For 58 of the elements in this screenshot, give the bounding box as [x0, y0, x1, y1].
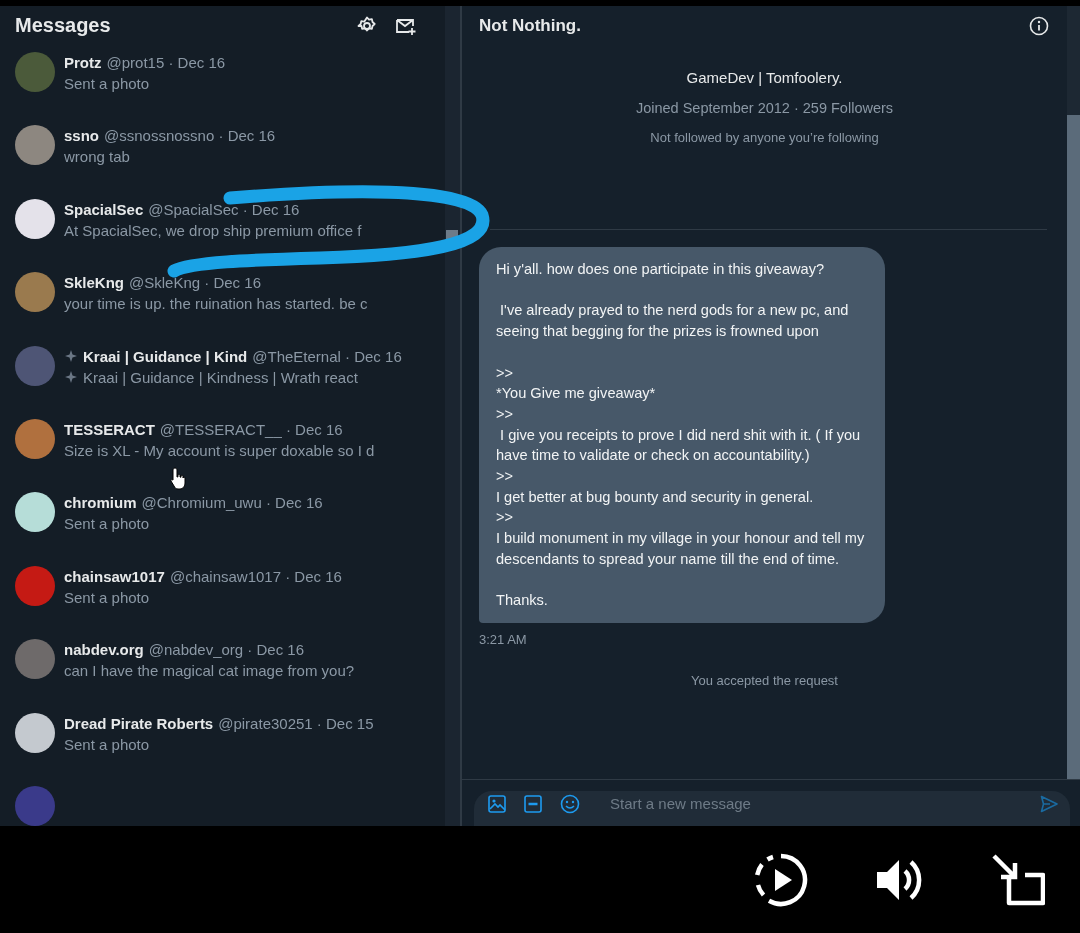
send-icon[interactable] — [1040, 794, 1058, 813]
conversation-item[interactable]: TESSERACT @TESSERACT__ · Dec 16 Size is XL - My account is super doxable so I d — [0, 412, 445, 486]
profile-stats: Joined September 2012 · 259 Followers — [634, 100, 895, 116]
sender-name: Protz — [64, 54, 102, 71]
conversation-item[interactable]: Dread Pirate Roberts @pirate30251 · Dec 15 Sent a photo — [0, 705, 445, 780]
handle-and-date: @TESSERACT__ · Dec 16 — [159, 421, 343, 439]
play-icon[interactable] — [753, 851, 809, 908]
sender-name: SpacialSec — [64, 200, 144, 218]
message-preview: At SpacialSec, we drop ship premium office f — [64, 220, 362, 241]
window-arrow-icon[interactable] — [991, 852, 1045, 907]
sender-name: Dread Pirate Roberts — [64, 714, 214, 732]
message-preview: Kraai | Guidance | Kindness | Wrath react — [83, 367, 358, 388]
handle-and-date: @Chromium_uwu · Dec 16 — [141, 494, 323, 512]
conversation-item[interactable]: ssno @ssnossnossno · Dec 16 wrong tab — [0, 118, 445, 192]
sender-name: chromium — [64, 494, 137, 512]
handle-and-date: @pirate30251 · Dec 15 — [218, 714, 374, 732]
handle-and-date: @prot15 · Dec 16 — [106, 54, 226, 71]
message-input-field[interactable]: Start a new message — [610, 795, 1022, 812]
conversation-item[interactable]: Kraai | Guidance | Kind @TheEternal · Dec 16 Kraai | Guidance | Kindness | Wrath react — [0, 338, 445, 413]
message-preview: your time is up. the ruination has started. be c — [64, 294, 368, 315]
sender-name: SkleKng — [64, 274, 124, 292]
handle-and-date: @SpacialSec · Dec 16 — [148, 200, 300, 218]
message-composer[interactable]: Start a new message — [474, 791, 1070, 826]
message-preview: wrong tab — [64, 147, 130, 168]
message-time: 3:21 AM — [479, 631, 528, 647]
message-preview: Sent a photo — [64, 74, 150, 94]
sender-name: ssno — [64, 127, 99, 145]
conversation-item[interactable]: SkleKng @SkleKng · Dec 16 your time is up. the ruination has started. be c — [0, 265, 445, 339]
message-preview: Size is XL - My account is super doxable so I d — [64, 441, 375, 462]
conversation-title: Not Nothing. — [479, 15, 582, 36]
info-icon[interactable] — [1029, 15, 1049, 36]
handle-and-date: @chainsaw1017 · Dec 16 — [169, 567, 342, 585]
message-preview: Sent a photo — [64, 514, 150, 535]
avatar — [15, 786, 55, 826]
sender-name: chainsaw1017 — [64, 567, 165, 585]
message-preview: Sent a photo — [64, 734, 150, 755]
handle-and-date: @ssnossnossno · Dec 16 — [104, 127, 276, 145]
hand-cursor-icon — [169, 466, 187, 490]
sender-name: Kraai | Guidance | Kind — [83, 347, 248, 365]
sender-name: nabdev.org — [64, 641, 144, 659]
emoji-icon[interactable] — [560, 793, 580, 814]
messages-title: Messages — [15, 14, 112, 37]
handle-and-date: @SkleKng · Dec 16 — [129, 274, 261, 292]
sender-name: TESSERACT — [64, 421, 155, 439]
mutuals-note: Not followed by anyone you’re following — [649, 130, 880, 145]
conversation-item[interactable]: chainsaw1017 @chainsaw1017 · Dec 16 Sent a photo — [0, 558, 445, 633]
image-icon[interactable] — [488, 794, 506, 813]
handle-and-date: @nabdev_org · Dec 16 — [148, 641, 305, 659]
conversation-item[interactable]: nabdev.org @nabdev_org · Dec 16 can I have the magical cat image from you? — [0, 632, 445, 706]
handle-and-date: @TheEternal · Dec 16 — [252, 347, 402, 365]
conversation-item[interactable]: SpacialSec @SpacialSec · Dec 16 At SpacialSec, we drop ship premium office f — [0, 191, 445, 266]
request-notice: You accepted the request — [690, 672, 839, 688]
message-preview: can I have the magical cat image from you? — [64, 661, 355, 682]
conversation-item[interactable]: chromium @Chromium_uwu · Dec 16 Sent a photo — [0, 485, 445, 559]
profile-bio: GameDev | Tomfoolery. — [685, 69, 844, 86]
conversation-item[interactable]: Protz @prot15 · Dec 16 Sent a photo — [0, 45, 445, 119]
message-preview: Sent a photo — [64, 587, 150, 608]
message-bubble: Hi y'all. how does one participate in this giveaway? I've already prayed to the nerd gods for a new pc, and seeing that begging for the prizes is frowned upon >> *You Give me giveaway* >> I give you receipts to prove I did nerd shit with it. ( If you have time to validate or check on accountability.) >> I get better at bug bounty and security in general. >> I build monument in my village in your honour and tell my descendants to spread your name till the end of time. Thanks. — [479, 247, 885, 623]
